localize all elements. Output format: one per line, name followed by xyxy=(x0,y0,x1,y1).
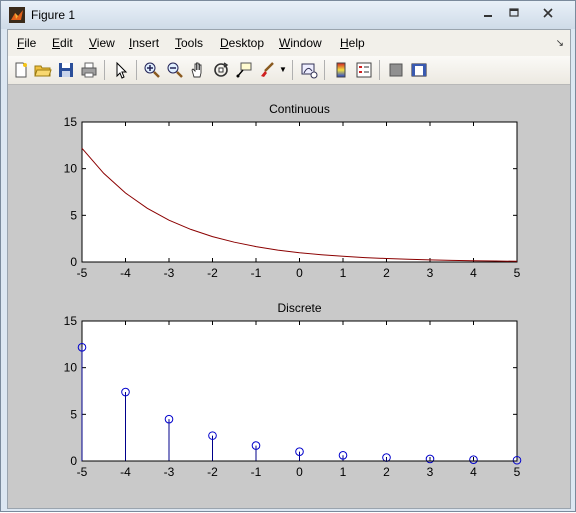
x-tick-label: -3 xyxy=(164,266,175,280)
close-button[interactable] xyxy=(535,5,561,21)
pointer-icon[interactable] xyxy=(112,61,130,79)
x-tick-label: 1 xyxy=(340,465,347,479)
y-tick-label: 0 xyxy=(70,255,77,269)
menu-edit[interactable]: Edit xyxy=(52,36,73,50)
minimize-icon xyxy=(484,15,492,17)
axes-discrete: Discrete -5 -4 -3 -2 -1 0 1 2 3 4 5 0 5 10 15 xyxy=(64,301,522,479)
toolbar-separator xyxy=(292,60,293,80)
y-tick-label: 10 xyxy=(64,162,78,176)
axes-title: Discrete xyxy=(277,301,321,315)
maximize-button[interactable] xyxy=(501,5,527,21)
x-tick-label: -1 xyxy=(251,266,262,280)
axes-continuous: Continuous -5 -4 -3 -2 -1 0 1 2 3 4 5 0 5 10 15 xyxy=(64,102,521,280)
menu-help[interactable]: Help xyxy=(340,36,365,50)
x-tick-label: 0 xyxy=(296,266,303,280)
menu-window[interactable]: Window xyxy=(279,36,322,50)
axes-title: Continuous xyxy=(269,102,330,116)
link-plot-icon[interactable] xyxy=(300,61,318,79)
x-tick-label: -2 xyxy=(207,465,218,479)
zoom-in-icon[interactable] xyxy=(143,61,161,79)
y-tick-label: 5 xyxy=(70,208,77,222)
x-tick-label: -5 xyxy=(77,266,88,280)
y-tick-label: 5 xyxy=(70,407,77,421)
toolbar-separator xyxy=(324,60,325,80)
y-tick-label: 10 xyxy=(64,361,78,375)
x-tick-label: 4 xyxy=(470,266,477,280)
x-tick-label: -1 xyxy=(251,465,262,479)
y-tick-label: 15 xyxy=(64,115,78,129)
new-figure-icon[interactable] xyxy=(12,61,30,79)
rotate-3d-icon[interactable] xyxy=(212,61,230,79)
x-tick-label: -4 xyxy=(120,266,131,280)
x-tick-label: -5 xyxy=(77,465,88,479)
x-tick-label: 3 xyxy=(427,465,434,479)
close-icon xyxy=(543,8,553,18)
toolbar-separator xyxy=(379,60,380,80)
axes-background xyxy=(81,121,518,263)
x-tick-label: 4 xyxy=(470,465,477,479)
data-cursor-icon[interactable] xyxy=(235,61,253,79)
figure-client-area: File Edit View Insert Tools Desktop Wind… xyxy=(7,29,571,509)
print-icon[interactable] xyxy=(80,61,98,79)
dock-arrow-icon[interactable]: ↘ xyxy=(556,38,564,49)
figure-canvas[interactable]: Continuous-5 -4 -3 -2 -1 0 1 2 3 4 5051015Discrete… xyxy=(8,85,570,508)
matlab-logo-icon xyxy=(9,7,25,23)
figure-toolbar: ▼ xyxy=(8,56,570,85)
open-file-icon[interactable] xyxy=(34,61,52,79)
menu-file[interactable]: File xyxy=(17,36,36,50)
y-tick-label: 0 xyxy=(70,454,77,468)
menu-desktop[interactable]: Desktop xyxy=(220,36,264,50)
x-tick-label: -3 xyxy=(164,465,175,479)
colorbar-icon[interactable] xyxy=(332,61,350,79)
axes-background xyxy=(81,320,518,462)
x-tick-label: 0 xyxy=(296,465,303,479)
x-tick-label: 5 xyxy=(514,266,521,280)
menu-tools[interactable]: Tools xyxy=(175,36,203,50)
pan-icon[interactable] xyxy=(189,61,207,79)
show-plot-tools-icon[interactable] xyxy=(410,61,428,79)
y-tick-label: 15 xyxy=(64,314,78,328)
maximize-icon xyxy=(509,8,519,17)
toolbar-separator xyxy=(104,60,105,80)
x-tick-label: 5 xyxy=(514,465,521,479)
x-tick-label: -4 xyxy=(120,465,131,479)
toolbar-separator xyxy=(136,60,137,80)
window-title: Figure 1 xyxy=(31,8,76,22)
figure-window: Figure 1 File Edit View Insert Tools Des… xyxy=(0,0,576,512)
menu-view[interactable]: View xyxy=(89,36,115,50)
save-icon[interactable] xyxy=(57,61,75,79)
menu-bar: File Edit View Insert Tools Desktop Wind… xyxy=(8,30,570,56)
x-tick-label: 2 xyxy=(383,465,390,479)
x-tick-label: 1 xyxy=(340,266,347,280)
legend-icon[interactable] xyxy=(355,61,373,79)
brush-icon[interactable] xyxy=(258,61,276,79)
brush-dropdown-icon[interactable]: ▼ xyxy=(279,65,287,74)
x-tick-label: 3 xyxy=(427,266,434,280)
minimize-button[interactable] xyxy=(475,5,501,21)
plot-area: Continuous -5 -4 -3 -2 -1 0 1 2 3 4 5 0 5 10 15 Discrete… xyxy=(8,85,570,508)
title-bar[interactable]: Figure 1 xyxy=(1,1,575,29)
x-tick-label: -2 xyxy=(207,266,218,280)
menu-insert[interactable]: Insert xyxy=(129,36,159,50)
zoom-out-icon[interactable] xyxy=(166,61,184,79)
hide-plot-tools-icon[interactable] xyxy=(387,61,405,79)
x-tick-label: 2 xyxy=(383,266,390,280)
